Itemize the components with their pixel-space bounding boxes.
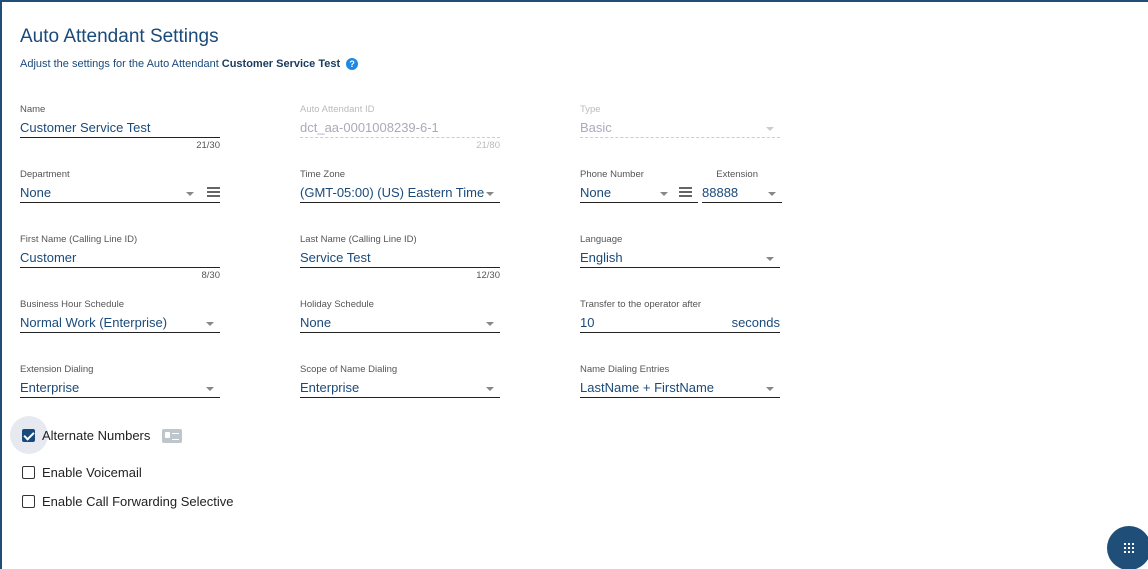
extension-dialing-select[interactable]: Enterprise xyxy=(20,376,220,398)
aa-id-counter: 21/80 xyxy=(476,140,500,151)
call-forwarding-checkbox[interactable] xyxy=(22,495,35,508)
scope-name-dialing-field: Scope of Name Dialing Enterprise xyxy=(300,364,500,398)
department-value: None xyxy=(20,185,52,200)
last-name-input[interactable]: Service Test xyxy=(300,246,500,268)
holiday-value: None xyxy=(300,315,332,330)
name-input[interactable]: Customer Service Test xyxy=(20,116,220,138)
time-zone-field: Time Zone (GMT-05:00) (US) Eastern Time xyxy=(300,169,500,203)
last-name-counter: 12/30 xyxy=(476,270,500,281)
department-label: Department xyxy=(20,169,70,180)
list-menu-icon[interactable] xyxy=(679,187,692,197)
extension-dialing-field: Extension Dialing Enterprise xyxy=(20,364,220,398)
aa-id-input: dct_aa-0001008239-6-1 xyxy=(300,116,500,138)
transfer-suffix: seconds xyxy=(731,315,780,330)
department-field: Department None xyxy=(20,169,220,203)
chevron-down-icon xyxy=(186,192,194,196)
alternate-numbers-label: Alternate Numbers xyxy=(42,428,151,443)
language-value: English xyxy=(580,250,623,265)
grid-icon xyxy=(1124,543,1134,553)
name-dialing-entries-select[interactable]: LastName + FirstName xyxy=(580,376,780,398)
department-select[interactable]: None xyxy=(20,181,220,203)
first-name-input[interactable]: Customer xyxy=(20,246,220,268)
contact-card-icon[interactable] xyxy=(162,428,183,443)
help-icon[interactable]: ? xyxy=(346,58,359,70)
subtitle-aa-name: Customer Service Test xyxy=(221,58,341,70)
subtitle-text: Adjust the settings for the Auto Attenda… xyxy=(20,58,219,70)
name-dialing-entries-field: Name Dialing Entries LastName + FirstNam… xyxy=(580,364,780,398)
business-hour-field: Business Hour Schedule Normal Work (Ente… xyxy=(20,299,220,333)
call-forwarding-label: Enable Call Forwarding Selective xyxy=(42,494,234,509)
name-dialing-entries-value: LastName + FirstName xyxy=(580,380,715,395)
chevron-down-icon xyxy=(486,322,494,326)
time-zone-value: (GMT-05:00) (US) Eastern Time xyxy=(300,185,485,200)
holiday-select[interactable]: None xyxy=(300,311,500,333)
chevron-down-icon xyxy=(660,192,668,196)
scope-name-dialing-value: Enterprise xyxy=(300,380,360,395)
extension-select[interactable]: 88888 xyxy=(702,181,782,203)
transfer-value: 10 xyxy=(580,315,595,330)
page-subtitle: Adjust the settings for the Auto Attenda… xyxy=(20,58,359,70)
business-hour-select[interactable]: Normal Work (Enterprise) xyxy=(20,311,220,333)
chevron-down-icon xyxy=(206,387,214,391)
business-hour-label: Business Hour Schedule xyxy=(20,299,125,310)
transfer-input[interactable]: 10 seconds xyxy=(580,311,780,333)
page-title: Auto Attendant Settings xyxy=(20,26,219,47)
extension-dialing-label: Extension Dialing xyxy=(20,364,94,375)
scope-name-dialing-label: Scope of Name Dialing xyxy=(300,364,398,375)
aa-id-field: Auto Attendant ID dct_aa-0001008239-6-1 … xyxy=(300,104,500,151)
chevron-down-icon xyxy=(766,257,774,261)
first-name-counter: 8/30 xyxy=(201,270,221,281)
name-dialing-entries-label: Name Dialing Entries xyxy=(580,364,670,375)
type-value: Basic xyxy=(580,120,612,135)
enable-voicemail-checkbox[interactable] xyxy=(22,466,35,479)
type-select: Basic xyxy=(580,116,780,138)
time-zone-label: Time Zone xyxy=(300,169,346,180)
settings-panel: Auto Attendant Settings Adjust the setti… xyxy=(0,0,1148,569)
list-menu-icon[interactable] xyxy=(207,187,220,197)
type-field: Type Basic xyxy=(580,104,780,138)
chevron-down-icon xyxy=(766,387,774,391)
chevron-down-icon xyxy=(486,387,494,391)
transfer-label: Transfer to the operator after xyxy=(580,299,702,310)
language-label: Language xyxy=(580,234,623,245)
name-field: Name Customer Service Test 21/30 xyxy=(20,104,220,151)
aa-id-label: Auto Attendant ID xyxy=(300,104,375,115)
name-label: Name xyxy=(20,104,46,115)
enable-voicemail-row[interactable]: Enable Voicemail xyxy=(22,465,142,480)
phone-number-field: Phone Number None xyxy=(580,169,698,203)
chevron-down-icon xyxy=(766,127,774,131)
chevron-down-icon xyxy=(486,192,494,196)
chevron-down-icon xyxy=(206,322,214,326)
extension-value: 88888 xyxy=(702,185,739,200)
business-hour-value: Normal Work (Enterprise) xyxy=(20,315,168,330)
holiday-field: Holiday Schedule None xyxy=(300,299,500,333)
phone-number-label: Phone Number xyxy=(580,169,644,180)
chevron-down-icon xyxy=(768,192,776,196)
last-name-label: Last Name (Calling Line ID) xyxy=(300,234,417,245)
scope-name-dialing-select[interactable]: Enterprise xyxy=(300,376,500,398)
name-counter: 21/30 xyxy=(196,140,220,151)
first-name-field: First Name (Calling Line ID) Customer 8/… xyxy=(20,234,220,281)
alternate-numbers-checkbox[interactable] xyxy=(22,429,35,442)
language-select[interactable]: English xyxy=(580,246,780,268)
extension-field: Extension 88888 xyxy=(702,169,782,203)
first-name-label: First Name (Calling Line ID) xyxy=(20,234,138,245)
holiday-label: Holiday Schedule xyxy=(300,299,374,310)
type-label: Type xyxy=(580,104,601,115)
last-name-field: Last Name (Calling Line ID) Service Test… xyxy=(300,234,500,281)
transfer-field: Transfer to the operator after 10 second… xyxy=(580,299,780,333)
extension-dialing-value: Enterprise xyxy=(20,380,80,395)
enable-voicemail-label: Enable Voicemail xyxy=(42,465,142,480)
alternate-numbers-row[interactable]: Alternate Numbers xyxy=(22,428,183,443)
apps-fab-button[interactable] xyxy=(1107,526,1148,569)
phone-number-value: None xyxy=(580,185,612,200)
call-forwarding-row[interactable]: Enable Call Forwarding Selective xyxy=(22,494,233,509)
language-field: Language English xyxy=(580,234,780,268)
extension-label: Extension xyxy=(716,169,758,180)
phone-number-select[interactable]: None xyxy=(580,181,698,203)
time-zone-select[interactable]: (GMT-05:00) (US) Eastern Time xyxy=(300,181,500,203)
